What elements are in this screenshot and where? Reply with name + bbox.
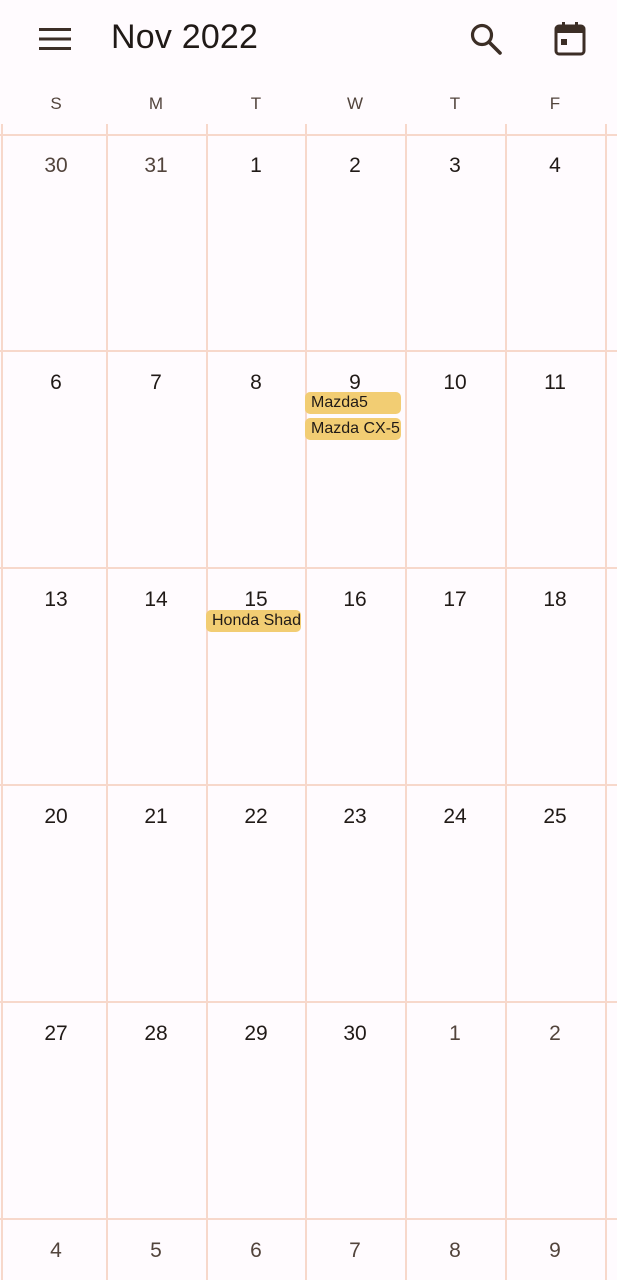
day-cell[interactable]: 1: [206, 134, 306, 350]
event-chip[interactable]: Honda Shadow: [206, 610, 301, 632]
day-number: 7: [349, 1239, 361, 1262]
calendar-today-icon: [554, 22, 586, 56]
menu-button[interactable]: [32, 15, 80, 63]
day-cell[interactable]: 20: [6, 785, 106, 1001]
day-cell[interactable]: 17: [405, 568, 505, 784]
day-number: 21: [144, 805, 168, 828]
day-cell[interactable]: 10: [405, 351, 505, 567]
weekday-label: T: [250, 94, 262, 113]
day-cell[interactable]: 4: [505, 134, 605, 350]
day-number: 23: [343, 805, 367, 828]
month-grid: 30 31 1 2 3 4 6 7 8 9 10 11 13 14 15 16 …: [0, 124, 617, 1280]
month-title[interactable]: Nov 2022: [111, 18, 258, 57]
day-cell[interactable]: 25: [505, 785, 605, 1001]
day-cell[interactable]: 21: [106, 785, 206, 1001]
day-cell[interactable]: 2: [505, 1002, 605, 1218]
menu-icon: [39, 28, 71, 50]
day-cell[interactable]: 30: [305, 1002, 405, 1218]
day-cell[interactable]: 6: [6, 351, 106, 567]
day-cell[interactable]: 6: [206, 1219, 306, 1280]
day-number: 6: [50, 371, 62, 394]
day-cell[interactable]: 13: [6, 568, 106, 784]
grid-line: [605, 124, 607, 1280]
day-cell[interactable]: 18: [505, 568, 605, 784]
day-number: 8: [250, 371, 262, 394]
day-cell[interactable]: 16: [305, 568, 405, 784]
day-cell[interactable]: 11: [505, 351, 605, 567]
day-number: 10: [443, 371, 467, 394]
day-cell[interactable]: 24: [405, 785, 505, 1001]
day-number: 16: [343, 588, 367, 611]
weekday-label: T: [449, 94, 461, 113]
day-number: 6: [250, 1239, 262, 1262]
day-cell[interactable]: 22: [206, 785, 306, 1001]
day-number: 28: [144, 1022, 168, 1045]
day-number: 20: [44, 805, 68, 828]
day-number: 3: [449, 154, 461, 177]
day-number: 18: [543, 588, 567, 611]
calendar-app: Nov 2022 S M T W T F 30 31 1 2 3 4 6 7 8…: [0, 0, 617, 1280]
search-icon: [470, 23, 502, 55]
day-number: 30: [44, 154, 68, 177]
day-number: 14: [144, 588, 168, 611]
day-cell[interactable]: 28: [106, 1002, 206, 1218]
day-cell[interactable]: 4: [6, 1219, 106, 1280]
day-number: 30: [343, 1022, 367, 1045]
day-number: 1: [250, 154, 262, 177]
event-chip[interactable]: Mazda CX-5: [305, 418, 401, 440]
day-cell[interactable]: 5: [106, 1219, 206, 1280]
weekday-header: S M T W T F: [0, 94, 617, 120]
day-number: 4: [50, 1239, 62, 1262]
day-cell[interactable]: 29: [206, 1002, 306, 1218]
day-number: 8: [449, 1239, 461, 1262]
day-number: 2: [349, 154, 361, 177]
day-number: 2: [549, 1022, 561, 1045]
day-cell[interactable]: 9: [505, 1219, 605, 1280]
day-number: 11: [544, 371, 566, 394]
day-cell[interactable]: 30: [6, 134, 106, 350]
day-number: 15: [244, 588, 268, 611]
weekday-label: S: [50, 94, 62, 113]
day-number: 27: [44, 1022, 68, 1045]
top-app-bar: Nov 2022: [0, 0, 617, 80]
day-number: 25: [543, 805, 567, 828]
day-number: 24: [443, 805, 467, 828]
weekday-label: W: [346, 94, 364, 113]
day-cell[interactable]: 23: [305, 785, 405, 1001]
search-button[interactable]: [462, 15, 510, 63]
event-chip[interactable]: Mazda5: [305, 392, 401, 414]
day-cell[interactable]: 8: [206, 351, 306, 567]
today-button[interactable]: [546, 15, 594, 63]
day-cell[interactable]: 3: [405, 134, 505, 350]
day-number: 1: [449, 1022, 461, 1045]
weekday-label: M: [148, 94, 164, 113]
day-cell[interactable]: 1: [405, 1002, 505, 1218]
grid-line: [1, 124, 3, 1280]
day-number: 13: [44, 588, 68, 611]
day-number: 9: [549, 1239, 561, 1262]
day-number: 29: [244, 1022, 268, 1045]
day-cell[interactable]: 27: [6, 1002, 106, 1218]
day-cell[interactable]: 9: [305, 351, 405, 567]
day-cell[interactable]: 7: [305, 1219, 405, 1280]
day-cell[interactable]: 15: [206, 568, 306, 784]
day-number: 22: [244, 805, 268, 828]
day-number: 4: [549, 154, 561, 177]
day-cell[interactable]: 8: [405, 1219, 505, 1280]
day-cell[interactable]: 31: [106, 134, 206, 350]
day-number: 5: [150, 1239, 162, 1262]
weekday-label: F: [549, 94, 561, 113]
day-cell[interactable]: 2: [305, 134, 405, 350]
day-number: 31: [144, 154, 168, 177]
day-number: 7: [150, 371, 162, 394]
day-cell[interactable]: 14: [106, 568, 206, 784]
day-number: 17: [443, 588, 467, 611]
day-cell[interactable]: 7: [106, 351, 206, 567]
